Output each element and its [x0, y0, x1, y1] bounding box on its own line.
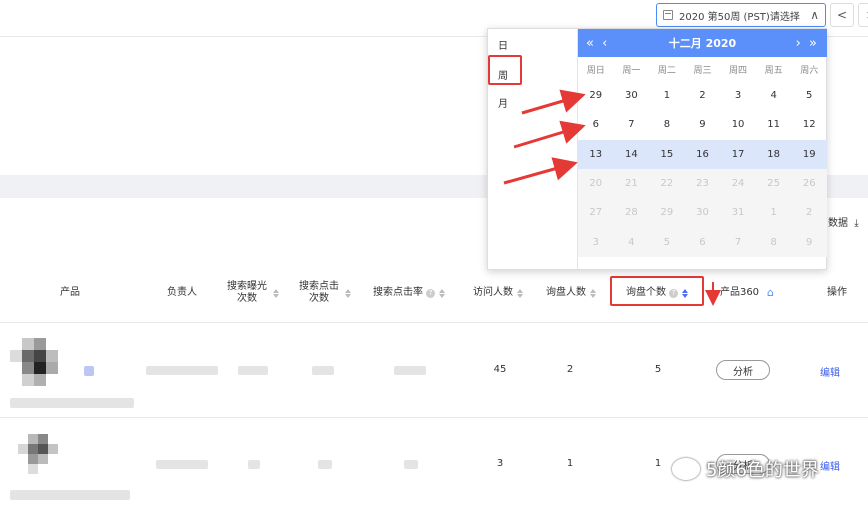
watermark: 5颜6色的世界	[672, 456, 819, 482]
arrow-week-row-2	[513, 120, 586, 149]
wechat-icon	[672, 458, 700, 480]
arrow-week-row-1	[521, 89, 586, 115]
annotation-arrows	[503, 89, 721, 306]
arrow-week-row-3	[503, 157, 578, 185]
watermark-text: 5颜6色的世界	[706, 460, 819, 481]
